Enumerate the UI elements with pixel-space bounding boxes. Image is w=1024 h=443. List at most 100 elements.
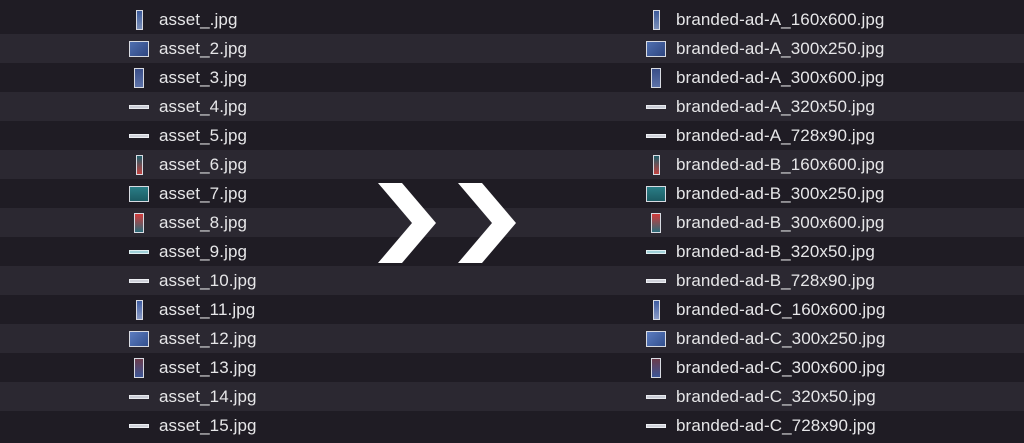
image-file-icon (645, 270, 667, 292)
file-name: branded-ad-C_160x600.jpg (676, 299, 886, 319)
file-name: branded-ad-B_160x600.jpg (676, 154, 885, 174)
image-file-icon (645, 212, 667, 234)
left-file-item[interactable]: asset_11.jpg (128, 295, 255, 324)
file-name: branded-ad-A_300x250.jpg (676, 38, 885, 58)
file-name: asset_10.jpg (159, 270, 257, 290)
file-name: branded-ad-A_728x90.jpg (676, 125, 875, 145)
table-row: asset_12.jpg branded-ad-C_300x250.jpg (0, 324, 1024, 353)
file-name: asset_5.jpg (159, 125, 248, 145)
image-file-icon (128, 183, 150, 205)
table-row: asset_2.jpg branded-ad-A_300x250.jpg (0, 34, 1024, 63)
table-row: asset_13.jpg branded-ad-C_300x600.jpg (0, 353, 1024, 382)
left-file-item[interactable]: asset_4.jpg (128, 92, 247, 121)
right-file-item[interactable]: branded-ad-B_320x50.jpg (645, 237, 875, 266)
file-name: asset_14.jpg (159, 386, 257, 406)
image-file-icon (128, 357, 150, 379)
image-file-icon (128, 241, 150, 263)
left-file-item[interactable]: asset_6.jpg (128, 150, 247, 179)
file-name: asset_4.jpg (159, 96, 248, 116)
table-row: asset_5.jpg branded-ad-A_728x90.jpg (0, 121, 1024, 150)
file-name: branded-ad-C_300x250.jpg (676, 328, 886, 348)
file-rename-comparison: asset_.jpg branded-ad-A_160x600.jpg asset_… (0, 0, 1024, 443)
file-name: branded-ad-A_300x600.jpg (676, 67, 885, 87)
table-row: asset_3.jpg branded-ad-A_300x600.jpg (0, 63, 1024, 92)
image-file-icon (645, 67, 667, 89)
image-file-icon (645, 328, 667, 350)
image-file-icon (128, 386, 150, 408)
image-file-icon (645, 9, 667, 31)
file-name: branded-ad-B_728x90.jpg (676, 270, 875, 290)
right-file-item[interactable]: branded-ad-A_320x50.jpg (645, 92, 875, 121)
table-row: asset_6.jpg branded-ad-B_160x600.jpg (0, 150, 1024, 179)
image-file-icon (128, 270, 150, 292)
table-row: asset_15.jpg branded-ad-C_728x90.jpg (0, 411, 1024, 440)
right-file-item[interactable]: branded-ad-B_300x600.jpg (645, 208, 884, 237)
left-file-item[interactable]: asset_13.jpg (128, 353, 257, 382)
file-name: branded-ad-C_300x600.jpg (676, 357, 886, 377)
table-row: asset_11.jpg branded-ad-C_160x600.jpg (0, 295, 1024, 324)
table-row: asset_10.jpg branded-ad-B_728x90.jpg (0, 266, 1024, 295)
image-file-icon (645, 415, 667, 437)
right-file-item[interactable]: branded-ad-A_300x600.jpg (645, 63, 884, 92)
image-file-icon (645, 38, 667, 60)
image-file-icon (128, 125, 150, 147)
left-file-item[interactable]: asset_14.jpg (128, 382, 257, 411)
image-file-icon (128, 154, 150, 176)
double-chevron-right-icon (378, 183, 516, 263)
file-name: asset_9.jpg (159, 241, 248, 261)
image-file-icon (128, 96, 150, 118)
file-name: branded-ad-C_320x50.jpg (676, 386, 876, 406)
table-row: asset_14.jpg branded-ad-C_320x50.jpg (0, 382, 1024, 411)
file-name: branded-ad-B_320x50.jpg (676, 241, 875, 261)
right-file-item[interactable]: branded-ad-A_300x250.jpg (645, 34, 884, 63)
right-file-item[interactable]: branded-ad-C_160x600.jpg (645, 295, 885, 324)
file-name: asset_.jpg (159, 9, 238, 29)
left-file-item[interactable]: asset_8.jpg (128, 208, 247, 237)
file-name: asset_2.jpg (159, 38, 248, 58)
left-file-item[interactable]: asset_10.jpg (128, 266, 257, 295)
image-file-icon (645, 96, 667, 118)
right-file-item[interactable]: branded-ad-B_160x600.jpg (645, 150, 884, 179)
file-name: branded-ad-A_160x600.jpg (676, 9, 885, 29)
image-file-icon (645, 299, 667, 321)
right-file-item[interactable]: branded-ad-B_728x90.jpg (645, 266, 875, 295)
image-file-icon (128, 299, 150, 321)
file-name: branded-ad-B_300x600.jpg (676, 212, 885, 232)
image-file-icon (645, 241, 667, 263)
file-name: branded-ad-A_320x50.jpg (676, 96, 875, 116)
left-file-item[interactable]: asset_.jpg (128, 5, 238, 34)
right-file-item[interactable]: branded-ad-C_300x600.jpg (645, 353, 885, 382)
image-file-icon (128, 212, 150, 234)
left-file-item[interactable]: asset_2.jpg (128, 34, 247, 63)
file-name: asset_6.jpg (159, 154, 248, 174)
image-file-icon (645, 125, 667, 147)
image-file-icon (128, 67, 150, 89)
image-file-icon (645, 386, 667, 408)
right-file-item[interactable]: branded-ad-A_728x90.jpg (645, 121, 875, 150)
left-file-item[interactable]: asset_7.jpg (128, 179, 247, 208)
left-file-item[interactable]: asset_5.jpg (128, 121, 247, 150)
image-file-icon (645, 154, 667, 176)
image-file-icon (128, 415, 150, 437)
file-name: asset_12.jpg (159, 328, 257, 348)
file-name: branded-ad-B_300x250.jpg (676, 183, 885, 203)
left-file-item[interactable]: asset_3.jpg (128, 63, 247, 92)
left-file-item[interactable]: asset_9.jpg (128, 237, 247, 266)
file-name: asset_13.jpg (159, 357, 257, 377)
right-file-item[interactable]: branded-ad-C_320x50.jpg (645, 382, 876, 411)
right-file-item[interactable]: branded-ad-C_300x250.jpg (645, 324, 885, 353)
image-file-icon (645, 357, 667, 379)
right-file-item[interactable]: branded-ad-C_728x90.jpg (645, 411, 876, 440)
table-row: asset_.jpg branded-ad-A_160x600.jpg (0, 5, 1024, 34)
left-file-item[interactable]: asset_12.jpg (128, 324, 257, 353)
right-file-item[interactable]: branded-ad-B_300x250.jpg (645, 179, 884, 208)
file-name: asset_8.jpg (159, 212, 248, 232)
file-name: asset_3.jpg (159, 67, 248, 87)
right-file-item[interactable]: branded-ad-A_160x600.jpg (645, 5, 884, 34)
image-file-icon (645, 183, 667, 205)
table-row: asset_4.jpg branded-ad-A_320x50.jpg (0, 92, 1024, 121)
image-file-icon (128, 9, 150, 31)
file-name: asset_15.jpg (159, 415, 257, 435)
left-file-item[interactable]: asset_15.jpg (128, 411, 257, 440)
file-name: asset_7.jpg (159, 183, 248, 203)
